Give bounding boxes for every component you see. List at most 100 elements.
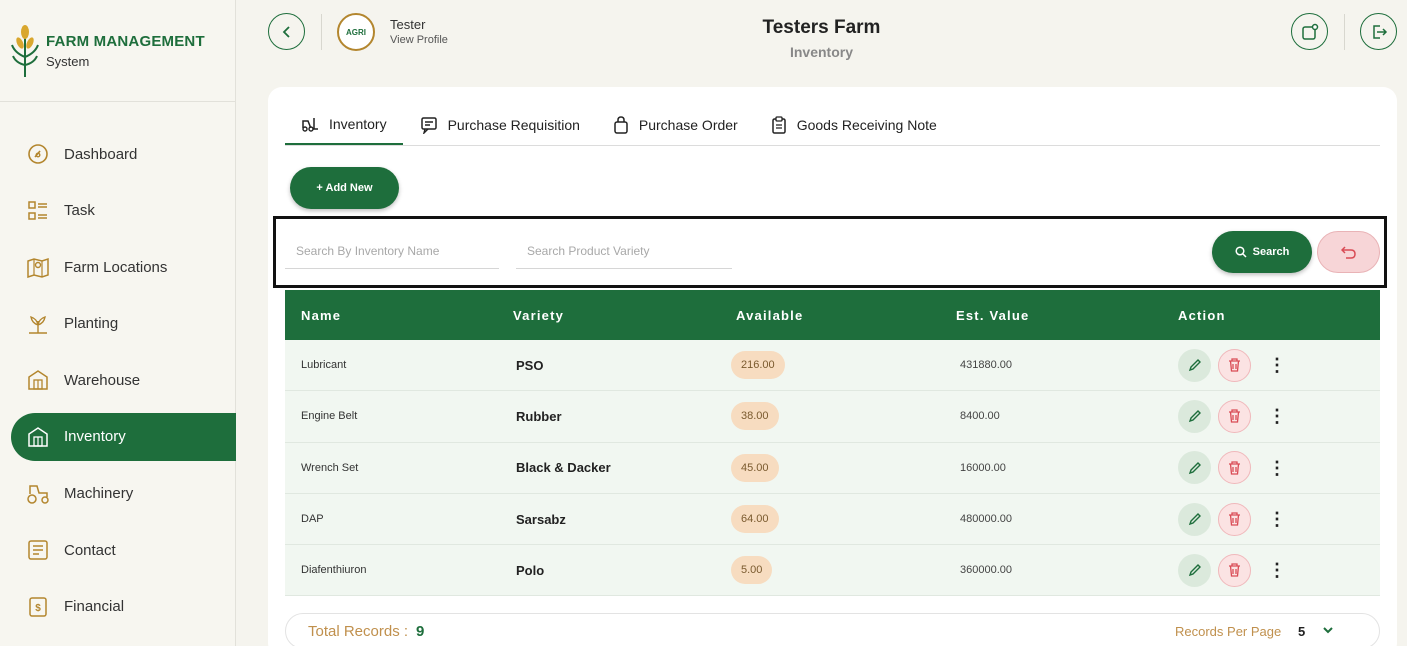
edit-button[interactable]: [1178, 399, 1211, 433]
pencil-icon: [1188, 359, 1201, 372]
table-footer: Total Records : 9 Records Per Page 5: [285, 613, 1380, 646]
task-icon: [26, 199, 50, 223]
row-actions: ⋮: [1162, 451, 1380, 485]
total-records-label: Total Records :: [308, 622, 409, 640]
row-actions: ⋮: [1162, 348, 1380, 382]
inventory-name-search-input[interactable]: [285, 233, 499, 269]
filter-bar: Search: [273, 216, 1387, 288]
sidebar-item-contact[interactable]: Contact: [0, 526, 236, 574]
trash-icon: [1229, 563, 1240, 577]
trash-icon: [1229, 461, 1240, 475]
financial-icon: $: [26, 595, 50, 619]
sidebar-item-machinery[interactable]: Machinery: [0, 470, 236, 518]
logout-button[interactable]: [1360, 13, 1397, 50]
tab-label: Inventory: [329, 116, 387, 132]
tab-purchase-requisition[interactable]: Purchase Requisition: [404, 105, 596, 145]
share-button[interactable]: [1291, 13, 1328, 50]
table-row: DAP Sarsabz 64.00 480000.00 ⋮: [285, 493, 1380, 546]
cell-name: Diafenthiuron: [301, 564, 367, 577]
cell-est-value: 16000.00: [960, 461, 1006, 474]
more-options-icon[interactable]: ⋮: [1268, 459, 1286, 477]
sidebar-item-inventory[interactable]: Inventory: [11, 412, 236, 461]
trash-icon: [1229, 358, 1240, 372]
main-card: Inventory Purchase Requisition Purchase …: [268, 87, 1397, 646]
edit-button[interactable]: [1178, 553, 1211, 587]
table-row: Diafenthiuron Polo 5.00 360000.00 ⋮: [285, 545, 1380, 597]
cell-est-value: 480000.00: [960, 513, 1012, 526]
cell-variety: Black & Dacker: [516, 460, 611, 476]
tab-goods-receiving-note[interactable]: Goods Receiving Note: [755, 105, 953, 145]
tab-label: Purchase Order: [638, 117, 738, 133]
contact-icon: [26, 538, 50, 562]
table-row: Lubricant PSO 216.00 431880.00 ⋮: [285, 340, 1380, 392]
delete-button[interactable]: [1218, 399, 1251, 433]
sidebar-item-planting[interactable]: Planting: [0, 300, 236, 348]
column-header: Name: [301, 307, 342, 323]
brand: FARM MANAGEMENT System: [0, 0, 235, 102]
reset-button[interactable]: [1317, 231, 1380, 273]
total-records-value: 9: [416, 622, 425, 640]
svg-text:$: $: [35, 603, 41, 614]
sidebar-item-warehouse[interactable]: Warehouse: [0, 356, 236, 404]
records-per-page-select[interactable]: 5: [1298, 624, 1305, 639]
column-header: Available: [736, 307, 804, 323]
sidebar-nav: Dashboard Task Farm Locations Planting W…: [0, 130, 236, 639]
sidebar-item-task[interactable]: Task: [0, 187, 236, 235]
cell-variety: Polo: [516, 562, 545, 578]
forklift-icon: [301, 116, 319, 132]
inventory-table: Name Variety Available Est. Value Action…: [285, 290, 1380, 597]
tab-purchase-order[interactable]: Purchase Order: [597, 105, 754, 145]
available-badge: 216.00: [731, 351, 785, 380]
delete-button[interactable]: [1218, 502, 1251, 536]
map-icon: [26, 255, 50, 279]
trash-icon: [1229, 409, 1240, 424]
more-options-icon[interactable]: ⋮: [1268, 407, 1286, 425]
sidebar-item-farm-locations[interactable]: Farm Locations: [0, 243, 236, 291]
page-title: Testers Farm: [762, 17, 881, 38]
delete-button[interactable]: [1218, 348, 1251, 382]
cell-name: Wrench Set: [301, 461, 359, 474]
records-per-page-label: Records Per Page: [1175, 623, 1282, 639]
sidebar-item-label: Warehouse: [64, 371, 141, 389]
edit-button[interactable]: [1178, 502, 1211, 536]
more-options-icon[interactable]: ⋮: [1268, 356, 1286, 374]
sidebar-item-label: Contact: [64, 541, 116, 559]
search-button-label: Search: [1252, 246, 1290, 258]
logout-icon: [1372, 24, 1387, 39]
more-options-icon[interactable]: ⋮: [1268, 510, 1286, 528]
pencil-icon: [1188, 461, 1201, 474]
delete-button[interactable]: [1218, 553, 1251, 587]
sidebar-item-label: Task: [64, 202, 95, 220]
search-button[interactable]: Search: [1212, 231, 1312, 273]
tab-inventory[interactable]: Inventory: [285, 105, 403, 145]
tractor-icon: [26, 482, 50, 506]
chevron-down-icon[interactable]: [1322, 624, 1334, 636]
cell-est-value: 431880.00: [960, 359, 1012, 372]
sidebar-item-dashboard[interactable]: Dashboard: [0, 130, 236, 178]
cell-variety: PSO: [516, 357, 544, 373]
cell-name: DAP: [301, 513, 324, 526]
row-actions: ⋮: [1162, 553, 1380, 587]
share-icon: [1301, 23, 1318, 40]
table-header: Name Variety Available Est. Value Action: [285, 290, 1380, 340]
tab-label: Goods Receiving Note: [796, 117, 937, 133]
sidebar-item-financial[interactable]: $ Financial: [0, 583, 236, 631]
inventory-icon: [26, 425, 50, 449]
add-new-button[interactable]: + Add New: [290, 167, 399, 209]
row-actions: ⋮: [1162, 502, 1380, 536]
more-options-icon[interactable]: ⋮: [1268, 561, 1286, 579]
pencil-icon: [1188, 513, 1201, 526]
undo-icon: [1340, 246, 1356, 259]
edit-button[interactable]: [1178, 451, 1211, 485]
sidebar-item-label: Planting: [64, 315, 119, 333]
wheat-logo-icon: [11, 24, 39, 77]
pencil-icon: [1188, 564, 1201, 577]
trash-icon: [1229, 512, 1240, 526]
sidebar-item-label: Farm Locations: [64, 258, 168, 276]
edit-button[interactable]: [1178, 348, 1211, 382]
product-variety-search-input[interactable]: [516, 233, 732, 269]
available-badge: 5.00: [731, 556, 773, 585]
row-actions: ⋮: [1162, 399, 1380, 433]
delete-button[interactable]: [1218, 451, 1251, 485]
plant-icon: [26, 312, 50, 336]
